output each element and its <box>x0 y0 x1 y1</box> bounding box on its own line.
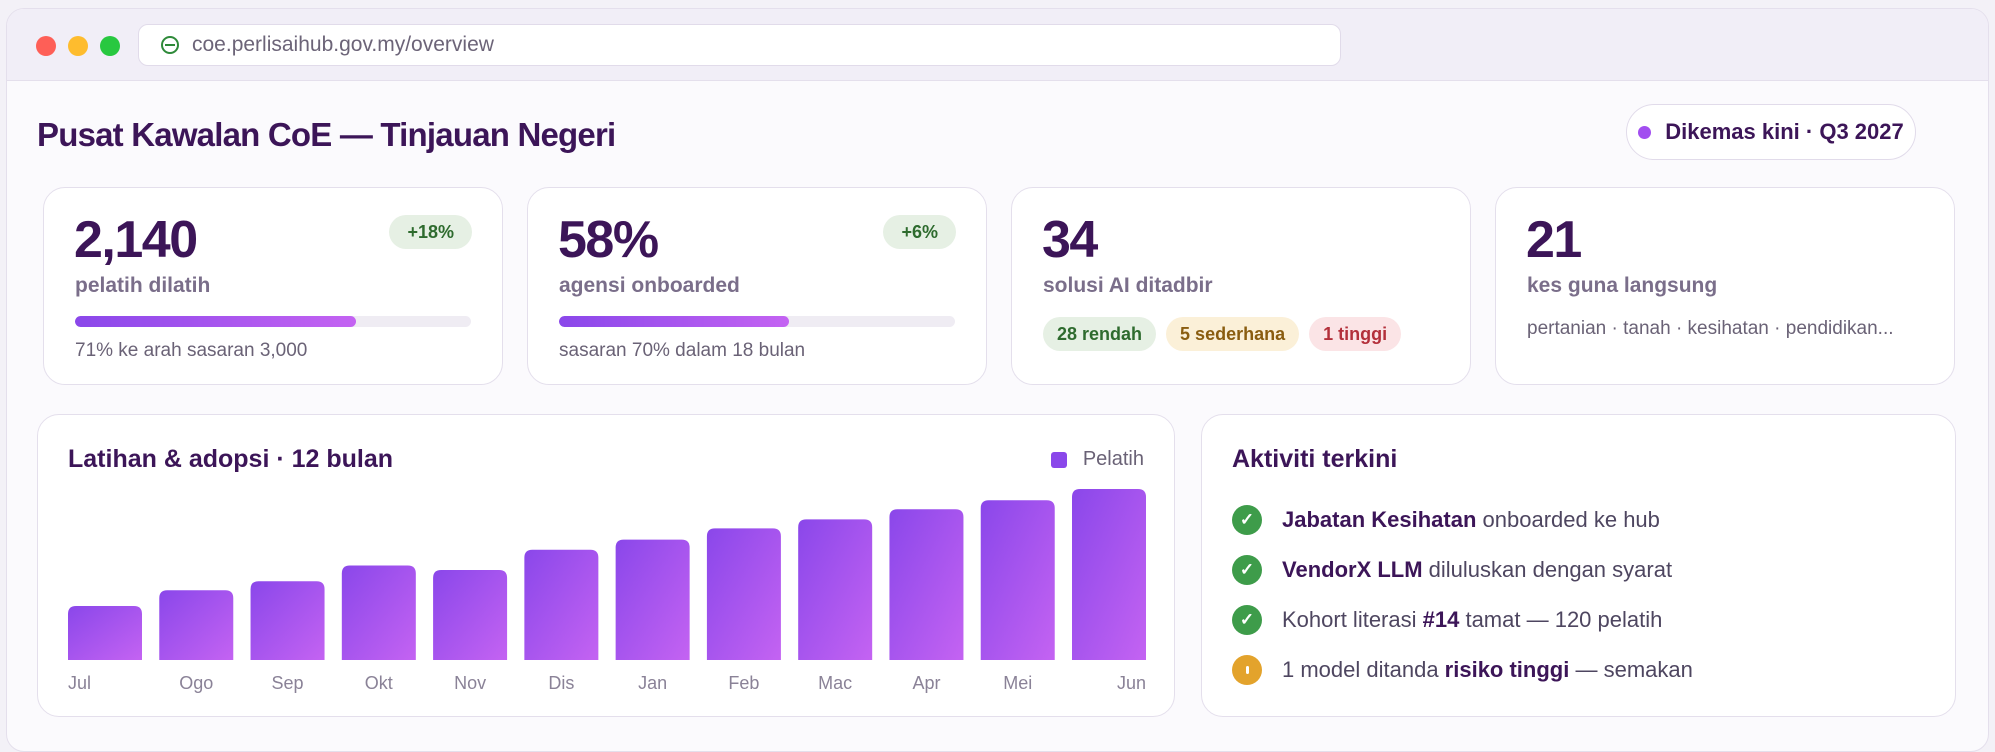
activity-list: ✓ Jabatan Kesihatan onboarded ke hub ✓ Vend… <box>1232 495 1693 695</box>
activity-item[interactable]: ✓ Kohort literasi #14 tamat — 120 pelatih <box>1232 595 1693 645</box>
kpi-label: pelatih dilatih <box>75 274 211 297</box>
progress-bar <box>559 316 955 327</box>
bar-dis <box>524 549 599 660</box>
activity-item[interactable]: ✓ VendorX LLM diluluskan dengan syarat <box>1232 545 1693 595</box>
legend-swatch <box>1050 451 1067 468</box>
x-tick-label: Okt <box>365 673 393 693</box>
x-tick-label: Apr <box>912 673 940 693</box>
activity-text: Kohort literasi #14 tamat — 120 pelatih <box>1282 607 1663 632</box>
bar-mac <box>798 519 873 660</box>
delta-badge: +18% <box>389 215 472 249</box>
kpi-value: 34 <box>1042 211 1098 269</box>
activity-text: VendorX LLM diluluskan dengan syarat <box>1282 557 1673 582</box>
x-tick-label: Mei <box>1003 673 1032 693</box>
x-tick-label: Ogo <box>179 673 213 693</box>
check-circle-icon: ✓ <box>1232 605 1262 635</box>
chart-title: Latihan & adopsi · 12 bulan <box>68 445 394 473</box>
kpi-note: 71% ke arah sasaran 3,000 <box>75 340 308 361</box>
address-bar[interactable]: coe.perlisaihub.gov.my/overview <box>138 24 1341 66</box>
x-tick-label: Jun <box>1117 673 1146 693</box>
training-chart-card: Jul Ogo Sep Okt Nov Dis Jan Feb Mac Apr Mei Jun Lat… <box>37 414 1175 717</box>
risk-chip-high: 1 tinggi <box>1309 317 1402 351</box>
kpi-label: agensi onboarded <box>559 274 740 297</box>
progress-fill <box>559 316 789 327</box>
progress-bar <box>75 316 471 327</box>
updated-label: Dikemas kini · Q3 2027 <box>1665 119 1904 144</box>
legend-label: Pelatih <box>1082 448 1144 470</box>
kpi-value: 2,140 <box>74 211 198 269</box>
x-tick-label: Dis <box>548 673 574 693</box>
bar-okt <box>341 565 416 660</box>
kpi-card-trainees: 2,140 +18% pelatih dilatih 71% ke arah s… <box>43 187 503 385</box>
bar-jul <box>68 606 142 660</box>
progress-fill <box>75 316 357 327</box>
activity-text: Jabatan Kesihatan onboarded ke hub <box>1282 507 1660 532</box>
bar-nov <box>433 570 508 660</box>
activity-title: Aktiviti terkini <box>1232 445 1398 473</box>
kpi-card-solutions: 34 solusi AI ditadbir 28 rendah 5 sederh… <box>1011 187 1471 385</box>
maximize-window-button[interactable] <box>100 36 120 56</box>
x-tick-label: Nov <box>454 673 486 693</box>
kpi-card-use-cases: 21 kes guna langsung pertanian · tanah ·… <box>1495 187 1955 385</box>
bar-sep <box>250 581 325 660</box>
check-circle-icon: ✓ <box>1232 505 1262 535</box>
check-circle-icon: ✓ <box>1232 555 1262 585</box>
delta-badge: +6% <box>883 215 956 249</box>
recent-activity-card: Aktiviti terkini ✓ Jabatan Kesihatan onbo… <box>1201 414 1956 717</box>
updated-badge: Dikemas kini · Q3 2027 <box>1626 104 1916 160</box>
page-title: Pusat Kawalan CoE — Tinjauan Negeri <box>37 116 616 153</box>
url-text: coe.perlisaihub.gov.my/overview <box>192 33 494 56</box>
bar-feb <box>706 528 781 660</box>
bar-ogo <box>159 590 234 660</box>
x-tick-label: Jan <box>638 673 667 693</box>
browser-titlebar: coe.perlisaihub.gov.my/overview <box>7 9 1988 81</box>
x-tick-label: Jul <box>68 673 91 693</box>
activity-item[interactable]: 1 model ditanda risiko tinggi — semakan <box>1232 645 1693 695</box>
site-info-icon[interactable] <box>161 36 179 54</box>
bar-jan <box>615 539 690 660</box>
kpi-value: 58% <box>558 211 659 269</box>
close-window-button[interactable] <box>36 36 56 56</box>
chart-legend: Pelatih <box>1050 448 1144 471</box>
x-tick-label: Feb <box>728 673 759 693</box>
risk-chip-medium: 5 sederhana <box>1166 317 1300 351</box>
kpi-note: sasaran 70% dalam 18 bulan <box>559 340 806 361</box>
bar-jun <box>1072 489 1146 660</box>
use-case-list: pertanian · tanah · kesihatan · pendidik… <box>1527 318 1894 339</box>
kpi-label: kes guna langsung <box>1527 274 1718 297</box>
status-dot-icon <box>1638 125 1652 139</box>
minimize-window-button[interactable] <box>68 36 88 56</box>
activity-item[interactable]: ✓ Jabatan Kesihatan onboarded ke hub <box>1232 495 1693 545</box>
kpi-card-agencies: 58% +6% agensi onboarded sasaran 70% dal… <box>527 187 987 385</box>
kpi-value: 21 <box>1526 211 1582 269</box>
bar-apr <box>889 509 964 660</box>
kpi-label: solusi AI ditadbir <box>1043 274 1213 297</box>
x-tick-label: Mac <box>818 673 852 693</box>
bar-mei <box>980 500 1055 660</box>
risk-chip-low: 28 rendah <box>1043 317 1157 351</box>
warning-circle-icon <box>1232 655 1262 685</box>
risk-chips: 28 rendah 5 sederhana 1 tinggi <box>1043 317 1402 351</box>
activity-text: 1 model ditanda risiko tinggi — semakan <box>1282 657 1693 682</box>
x-tick-label: Sep <box>272 673 304 693</box>
